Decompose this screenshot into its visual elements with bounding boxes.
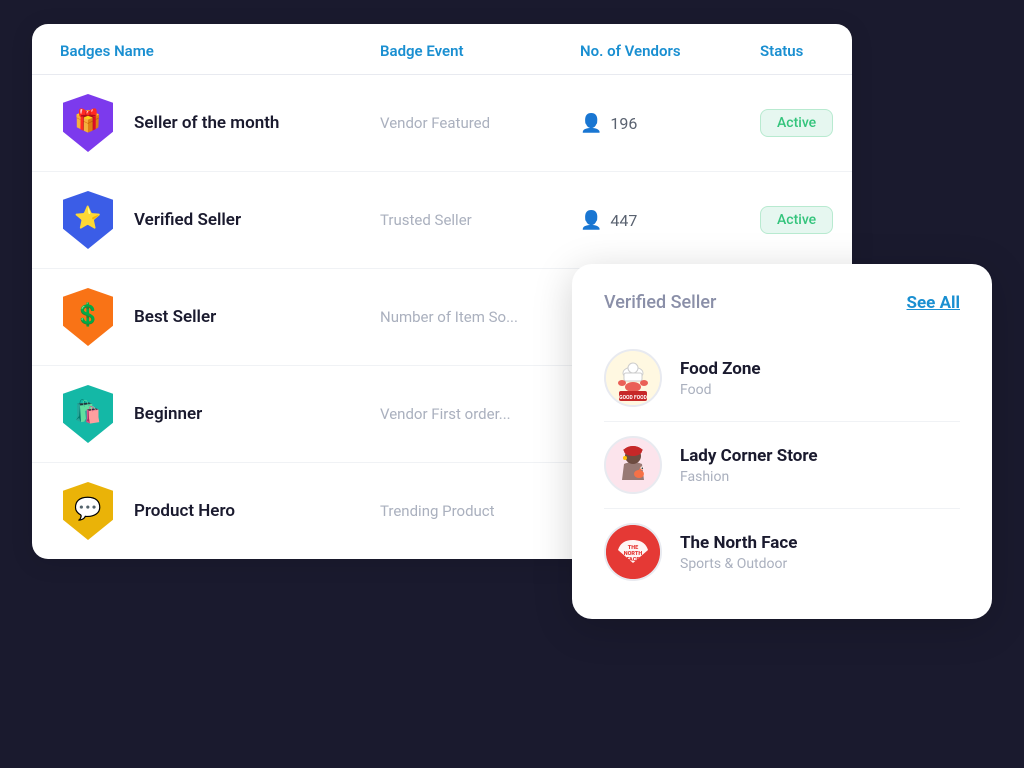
vendor-category: Sports & Outdoor — [680, 556, 797, 572]
vendor-avatar-food-zone: GOOD FOOD — [604, 349, 662, 407]
badge-event-label: Vendor First order... — [380, 405, 540, 423]
vendor-info: Lady Corner Store Fashion — [680, 446, 818, 485]
popup-header: Verified Seller See All — [604, 292, 960, 313]
people-icon: 👤 — [580, 113, 602, 134]
people-icon: 👤 — [580, 210, 602, 231]
vendor-name: The North Face — [680, 533, 797, 553]
table-header: Badges Name Badge Event No. of Vendors S… — [32, 24, 852, 75]
vendor-number: 447 — [610, 211, 637, 230]
shield-yellow-icon: 💬 — [63, 482, 113, 540]
badge-name-label: Product Hero — [134, 501, 235, 521]
col-status: Status — [760, 42, 852, 60]
lady-corner-avatar-svg — [606, 438, 660, 492]
vendor-number: 196 — [610, 114, 637, 133]
vendor-list-item[interactable]: GOOD FOOD Food Zone Food — [604, 335, 960, 422]
vendor-name: Food Zone — [680, 359, 761, 379]
badge-event-label: Vendor Featured — [380, 114, 580, 132]
vendor-list-item[interactable]: Lady Corner Store Fashion — [604, 422, 960, 509]
vendor-count: 👤 196 — [580, 113, 760, 134]
vendor-list-item[interactable]: THE NORTH FACE The North Face Sports & O… — [604, 509, 960, 595]
badge-name-label: Verified Seller — [134, 210, 241, 230]
status-badge: Active — [760, 109, 833, 137]
vendor-avatar-lady-corner — [604, 436, 662, 494]
badge-name-label: Seller of the month — [134, 113, 279, 133]
vendor-info: Food Zone Food — [680, 359, 761, 398]
status-cell: Active — [760, 109, 852, 137]
shield-orange-icon: 💲 — [63, 288, 113, 346]
badge-name-label: Best Seller — [134, 307, 216, 327]
badge-event-label: Trusted Seller — [380, 211, 580, 229]
col-badge-event: Badge Event — [380, 42, 580, 60]
badge-icon-beginner: 🛍️ — [60, 384, 116, 444]
status-cell: Active — [760, 206, 852, 234]
table-row[interactable]: 🎁 Seller of the month Vendor Featured 👤 … — [32, 75, 852, 172]
vendor-count: 👤 447 — [580, 210, 760, 231]
vendor-name: Lady Corner Store — [680, 446, 818, 466]
svg-text:GOOD FOOD: GOOD FOOD — [619, 395, 647, 401]
vendor-category: Food — [680, 382, 761, 398]
dollar-icon: 💲 — [74, 303, 101, 328]
food-zone-avatar-svg: GOOD FOOD — [606, 351, 660, 405]
north-face-avatar-svg: THE NORTH FACE — [606, 525, 660, 579]
badge-cell: ⭐ Verified Seller — [60, 190, 380, 250]
vendor-category: Fashion — [680, 469, 818, 485]
status-badge: Active — [760, 206, 833, 234]
see-all-link[interactable]: See All — [907, 293, 960, 313]
badge-icon-seller-month: 🎁 — [60, 93, 116, 153]
badge-cell: 🎁 Seller of the month — [60, 93, 380, 153]
table-row[interactable]: ⭐ Verified Seller Trusted Seller 👤 447 A… — [32, 172, 852, 269]
col-badges-name: Badges Name — [60, 42, 380, 60]
badge-event-label: Number of Item So... — [380, 308, 540, 326]
col-no-of-vendors: No. of Vendors — [580, 42, 760, 60]
badge-cell: 💲 Best Seller — [60, 287, 380, 347]
popup-title: Verified Seller — [604, 292, 716, 313]
bag-icon: 🛍️ — [74, 400, 101, 425]
badge-icon-best: 💲 — [60, 287, 116, 347]
shield-purple-icon: 🎁 — [63, 94, 113, 152]
chat-star-icon: 💬 — [74, 497, 101, 522]
gift-icon: 🎁 — [74, 109, 101, 134]
vendor-avatar-north-face: THE NORTH FACE — [604, 523, 662, 581]
badge-cell: 🛍️ Beginner — [60, 384, 380, 444]
vendor-info: The North Face Sports & Outdoor — [680, 533, 797, 572]
star-icon: ⭐ — [74, 206, 101, 231]
svg-text:FACE: FACE — [627, 557, 640, 563]
badge-cell: 💬 Product Hero — [60, 481, 380, 541]
shield-teal-icon: 🛍️ — [63, 385, 113, 443]
badge-event-label: Trending Product — [380, 502, 580, 520]
badge-icon-verified: ⭐ — [60, 190, 116, 250]
main-scene: Badges Name Badge Event No. of Vendors S… — [32, 24, 992, 744]
shield-blue-icon: ⭐ — [63, 191, 113, 249]
vendor-popup-card: Verified Seller See All — [572, 264, 992, 619]
badge-name-label: Beginner — [134, 404, 202, 424]
badge-icon-product-hero: 💬 — [60, 481, 116, 541]
